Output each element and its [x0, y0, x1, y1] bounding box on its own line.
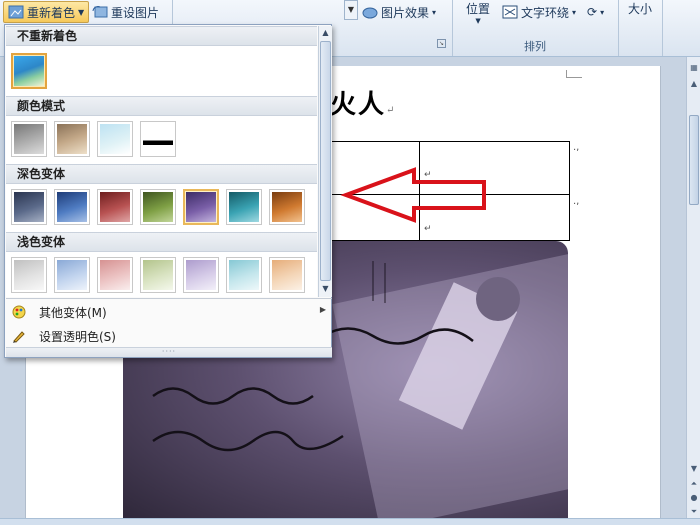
picture-effects-icon — [362, 5, 378, 19]
gallery-scrollbar[interactable]: ▲ ▼ — [318, 26, 332, 297]
picture-effects-button[interactable]: 图片效果 ▾ — [362, 3, 436, 21]
position-label: 位置 — [466, 2, 491, 16]
set-transparent-color-menu-item[interactable]: 设置透明色(S) — [6, 325, 332, 347]
text-wrap-label: 文字环绕 — [521, 5, 570, 20]
chevron-down-icon: ▾ — [600, 7, 605, 17]
document-title[interactable]: 火人↵ — [330, 84, 396, 121]
row-end-mark: ., — [573, 196, 580, 207]
styles-more-button[interactable]: ▼ — [344, 0, 358, 20]
ribbon-separator — [452, 0, 453, 56]
swatch-dark-aqua[interactable] — [226, 189, 262, 225]
set-transparent-color-label: 设置透明色(S) — [39, 329, 116, 344]
more-variations-menu-item[interactable]: 其他变体(M) ▶ — [6, 301, 332, 323]
recolor-dropdown: 不重新着色 颜色模式 深色变体 浅色变体 ▲ ▼ 其他变体(M) ▶ 设置透明色… — [4, 24, 332, 358]
color-palette-icon — [11, 304, 27, 320]
swatch-sepia[interactable] — [54, 121, 90, 157]
scroll-down-icon[interactable]: ▼ — [319, 282, 332, 296]
swatch-dark-red[interactable] — [97, 189, 133, 225]
scroll-up-icon[interactable]: ▲ — [319, 26, 332, 40]
next-page-icon[interactable]: ⏷ — [688, 505, 700, 519]
reset-picture-icon — [92, 5, 108, 19]
ruler-toggle-icon[interactable]: ▦ — [688, 61, 700, 75]
title-text: 火人 — [330, 90, 387, 120]
swatch-dark-olive-green[interactable] — [140, 189, 176, 225]
swatch-light-purple[interactable] — [183, 257, 219, 293]
swatch-light-blue[interactable] — [54, 257, 90, 293]
recolor-icon — [8, 5, 24, 19]
swatch-light-orange[interactable] — [269, 257, 305, 293]
paragraph-mark: ↵ — [386, 105, 397, 116]
more-variations-label: 其他变体(M) — [39, 305, 107, 320]
swatch-light-gray[interactable] — [11, 257, 47, 293]
margin-corner-mark — [566, 70, 582, 78]
swatch-black-and-white[interactable] — [140, 121, 176, 157]
swatch-dark-purple[interactable] — [183, 189, 219, 225]
swatch-dark-blue-gray[interactable] — [11, 189, 47, 225]
picture-effects-label: 图片效果 — [381, 5, 430, 20]
menu-separator — [6, 298, 332, 299]
rotate-icon[interactable]: ⟳ — [587, 5, 597, 19]
swatch-original[interactable] — [11, 53, 47, 89]
chevron-down-icon: ▼ — [475, 17, 481, 25]
browse-object-icon[interactable]: ● — [688, 491, 700, 505]
pen-icon — [11, 328, 27, 344]
dialog-launcher-icon[interactable]: ↘ — [437, 39, 446, 48]
scroll-down-icon[interactable]: ▼ — [688, 462, 700, 476]
chevron-down-icon: ▼ — [78, 7, 85, 17]
previous-page-icon[interactable]: ⏶ — [688, 477, 700, 491]
scroll-up-icon[interactable]: ▲ — [688, 77, 700, 91]
recolor-label: 重新着色 — [27, 5, 76, 20]
swatch-light-red[interactable] — [97, 257, 133, 293]
scroll-thumb[interactable] — [689, 115, 699, 205]
chevron-down-icon: ▾ — [572, 7, 577, 17]
arrange-group-label: 排列 — [524, 40, 546, 53]
chevron-down-icon: ▾ — [432, 7, 437, 17]
submenu-arrow-icon: ▶ — [319, 305, 326, 314]
recolor-gallery: 不重新着色 颜色模式 深色变体 浅色变体 — [6, 26, 317, 297]
size-button[interactable]: 大小 — [628, 0, 652, 17]
ribbon-separator — [662, 0, 663, 56]
cell-mark: ↵ — [424, 224, 432, 234]
gallery-scroll-thumb[interactable] — [320, 41, 331, 281]
swatch-grayscale[interactable] — [11, 121, 47, 157]
reset-picture-button[interactable]: 重设图片 — [88, 1, 163, 23]
size-label: 大小 — [628, 2, 653, 16]
recolor-button[interactable]: 重新着色 ▼ — [3, 1, 90, 23]
section-header-color-modes: 颜色模式 — [6, 96, 317, 116]
section-header-dark-variations: 深色变体 — [6, 164, 317, 184]
position-button[interactable]: 位置 ▼ — [466, 0, 490, 25]
vertical-scrollbar[interactable]: ▦ ▲ ▼ ⏶ ● ⏷ — [686, 57, 700, 520]
swatch-light-olive-green[interactable] — [140, 257, 176, 293]
swatch-light-aqua[interactable] — [226, 257, 262, 293]
text-wrap-button[interactable]: 文字环绕 ▾ ⟳ ▾ — [502, 3, 604, 21]
swatch-dark-orange[interactable] — [269, 189, 305, 225]
red-arrow-annotation — [340, 167, 486, 223]
reset-picture-label: 重设图片 — [111, 5, 160, 20]
swatch-dark-blue[interactable] — [54, 189, 90, 225]
text-wrap-icon — [502, 5, 518, 19]
section-header-light-variations: 浅色变体 — [6, 232, 317, 252]
resize-grip[interactable]: ···· — [6, 347, 332, 357]
row-end-mark: ., — [573, 142, 580, 153]
swatch-washout[interactable] — [97, 121, 133, 157]
ribbon-separator — [618, 0, 619, 56]
status-bar — [0, 518, 700, 525]
section-header-no-recolor: 不重新着色 — [6, 26, 317, 46]
